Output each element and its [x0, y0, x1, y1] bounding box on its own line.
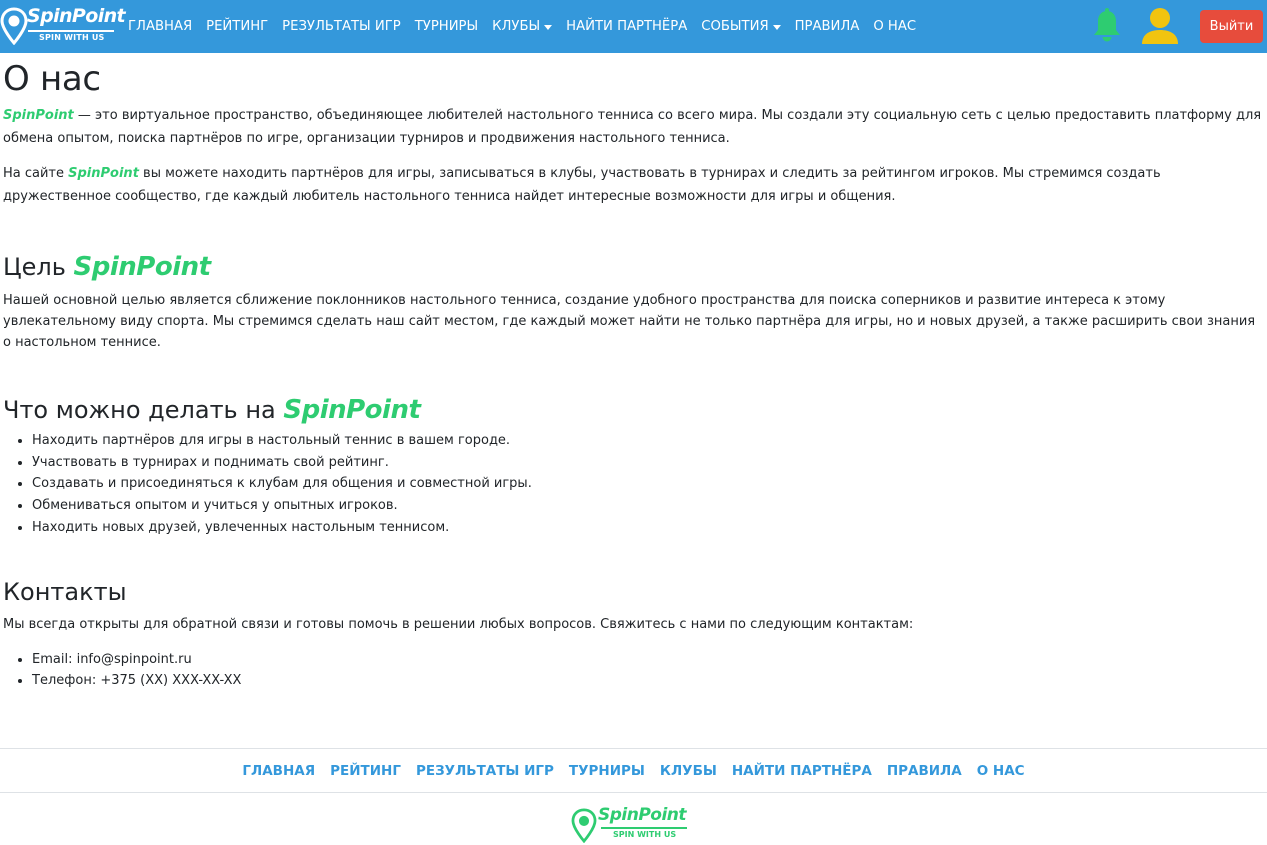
page-title: О нас	[3, 59, 101, 99]
contact-phone: Телефон: +375 (XX) XXX-XX-XX	[32, 670, 1263, 692]
contacts-list: Email: info@spinpoint.ru Телефон: +375 (…	[32, 649, 1263, 692]
nav-item-game-results[interactable]: РЕЗУЛЬТАТЫ ИГР	[275, 0, 408, 53]
nav-item-about[interactable]: О НАС	[866, 0, 923, 53]
brand-mention: SpinPoint	[73, 252, 212, 282]
brand-mention: SpinPoint	[68, 166, 139, 181]
nav-item-home[interactable]: ГЛАВНАЯ	[121, 0, 199, 53]
list-item: Находить новых друзей, увлеченных настол…	[32, 517, 1263, 539]
footer-nav: ГЛАВНАЯ РЕЙТИНГ РЕЗУЛЬТАТЫ ИГР ТУРНИРЫ К…	[0, 749, 1267, 793]
main-nav: ГЛАВНАЯ РЕЙТИНГ РЕЗУЛЬТАТЫ ИГР ТУРНИРЫ К…	[121, 0, 923, 53]
brand-tagline: SPIN WITH US	[39, 33, 105, 42]
location-pin-icon	[571, 808, 597, 843]
footer-link-about[interactable]: О НАС	[969, 763, 1032, 779]
brand-mention: SpinPoint	[283, 395, 421, 425]
footer: ГЛАВНАЯ РЕЙТИНГ РЕЗУЛЬТАТЫ ИГР ТУРНИРЫ К…	[0, 748, 1267, 845]
footer-link-tournaments[interactable]: ТУРНИРЫ	[561, 763, 652, 779]
contact-email: Email: info@spinpoint.ru	[32, 649, 1263, 671]
user-icon[interactable]	[1140, 6, 1180, 46]
list-item: Участвовать в турнирах и поднимать свой …	[32, 452, 1263, 474]
nav-item-rules[interactable]: ПРАВИЛА	[788, 0, 867, 53]
bell-icon[interactable]	[1092, 8, 1122, 44]
nav-item-events[interactable]: СОБЫТИЯ	[694, 0, 787, 53]
brand-name: SpinPoint	[27, 5, 126, 27]
list-item: Находить партнёров для игры в настольный…	[32, 430, 1263, 452]
brand-name: SpinPoint	[598, 805, 687, 825]
intro-paragraph-2: На сайте SpinPoint вы можете находить па…	[3, 166, 1161, 204]
brand-underline	[28, 30, 114, 32]
brand-mention: SpinPoint	[3, 108, 74, 123]
nav-item-rating[interactable]: РЕЙТИНГ	[199, 0, 275, 53]
features-list: Находить партнёров для игры в настольный…	[32, 430, 1263, 539]
about-content: О нас SpinPoint — это виртуальное простр…	[3, 53, 1263, 692]
footer-link-clubs[interactable]: КЛУБЫ	[652, 763, 724, 779]
top-navbar: SpinPoint SPIN WITH US ГЛАВНАЯ РЕЙТИНГ Р…	[0, 0, 1267, 53]
footer-link-home[interactable]: ГЛАВНАЯ	[235, 763, 323, 779]
contacts-heading: Контакты	[3, 577, 127, 606]
footer-link-rating[interactable]: РЕЙТИНГ	[323, 763, 409, 779]
contacts-paragraph: Мы всегда открыты для обратной связи и г…	[3, 616, 914, 632]
goal-paragraph: Нашей основной целью является сближение …	[3, 293, 1256, 350]
nav-item-tournaments[interactable]: ТУРНИРЫ	[408, 0, 485, 53]
list-item: Создавать и присоединяться к клубам для …	[32, 473, 1263, 495]
footer-link-find-partner[interactable]: НАЙТИ ПАРТНЁРА	[724, 763, 879, 779]
features-heading: Что можно делать на SpinPoint	[3, 395, 421, 425]
chevron-down-icon	[772, 24, 781, 30]
brand-underline	[601, 827, 687, 829]
brand-logo[interactable]: SpinPoint SPIN WITH US	[0, 5, 126, 46]
footer-logo[interactable]: SpinPoint SPIN WITH US	[571, 805, 689, 845]
logout-button[interactable]: Выйти	[1200, 10, 1263, 43]
footer-link-rules[interactable]: ПРАВИЛА	[879, 763, 969, 779]
chevron-down-icon	[544, 24, 553, 30]
intro-paragraph: SpinPoint — это виртуальное пространство…	[3, 108, 1262, 146]
list-item: Обмениваться опытом и учиться у опытных …	[32, 495, 1263, 517]
nav-item-clubs[interactable]: КЛУБЫ	[485, 0, 559, 53]
goal-heading: Цель SpinPoint	[3, 252, 212, 282]
footer-link-game-results[interactable]: РЕЗУЛЬТАТЫ ИГР	[408, 763, 561, 779]
brand-tagline: SPIN WITH US	[613, 830, 677, 839]
location-pin-icon	[0, 7, 28, 45]
nav-item-find-partner[interactable]: НАЙТИ ПАРТНЁРА	[559, 0, 694, 53]
